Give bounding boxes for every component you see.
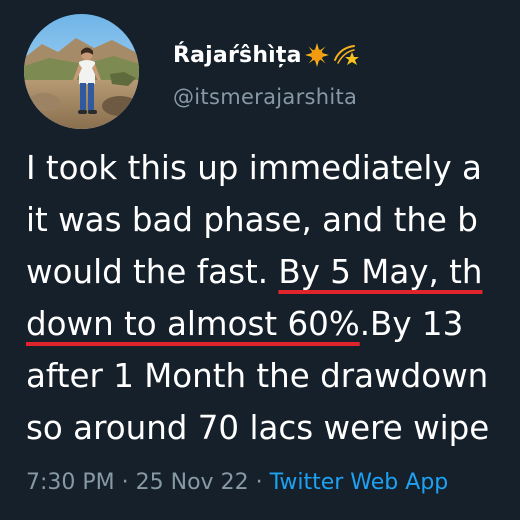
tweet-card: Ŕajaŕŝhìța @itsmerajarshita I took this … — [0, 0, 520, 520]
tweet-text: I took this up immediately a it was bad … — [26, 142, 520, 454]
tweet-line-1-text: I took this up immediately a — [26, 149, 482, 187]
underlined-phrase: down to almost 60% — [26, 305, 360, 343]
underlined-phrase: By 5 May, th — [278, 253, 483, 291]
tweet-line-1: I took this up immediately a — [26, 142, 520, 194]
tweet-line-6: so around 70 lacs were wipe — [26, 402, 520, 454]
avatar[interactable] — [24, 14, 139, 129]
display-name[interactable]: Ŕajaŕŝhìța — [173, 43, 302, 68]
tweet-line-4: down to almost 60%.By 13 — [26, 298, 520, 350]
tweet-line-2: it was bad phase, and the b — [26, 194, 520, 246]
tweet-date[interactable]: 25 Nov 22 — [136, 470, 249, 495]
meta-separator: · — [121, 470, 129, 495]
tweet-source-link[interactable]: Twitter Web App — [270, 470, 449, 495]
tweet-time[interactable]: 7:30 PM — [26, 470, 115, 495]
tweet-line-3-text: would the fast. — [26, 253, 279, 291]
tweet-line-6-text: so around 70 lacs were wipe — [26, 409, 490, 447]
sun-with-sparkle-icon — [304, 42, 330, 68]
meta-separator: · — [255, 470, 263, 495]
avatar-photo — [24, 14, 139, 129]
tweet-meta: 7:30 PM · 25 Nov 22 · Twitter Web App — [26, 470, 448, 495]
author-handle[interactable]: @itsmerajarshita — [173, 85, 357, 109]
author-name-row[interactable]: Ŕajaŕŝhìța — [173, 42, 362, 68]
tweet-line-4-text: .By 13 — [359, 305, 464, 343]
tweet-line-3: would the fast. By 5 May, th — [26, 246, 520, 298]
tweet-line-5-text: after 1 Month the drawdown — [26, 357, 489, 395]
tweet-line-2-text: it was bad phase, and the b — [26, 201, 478, 239]
shooting-star-icon — [332, 42, 362, 68]
tweet-line-5: after 1 Month the drawdown — [26, 350, 520, 402]
